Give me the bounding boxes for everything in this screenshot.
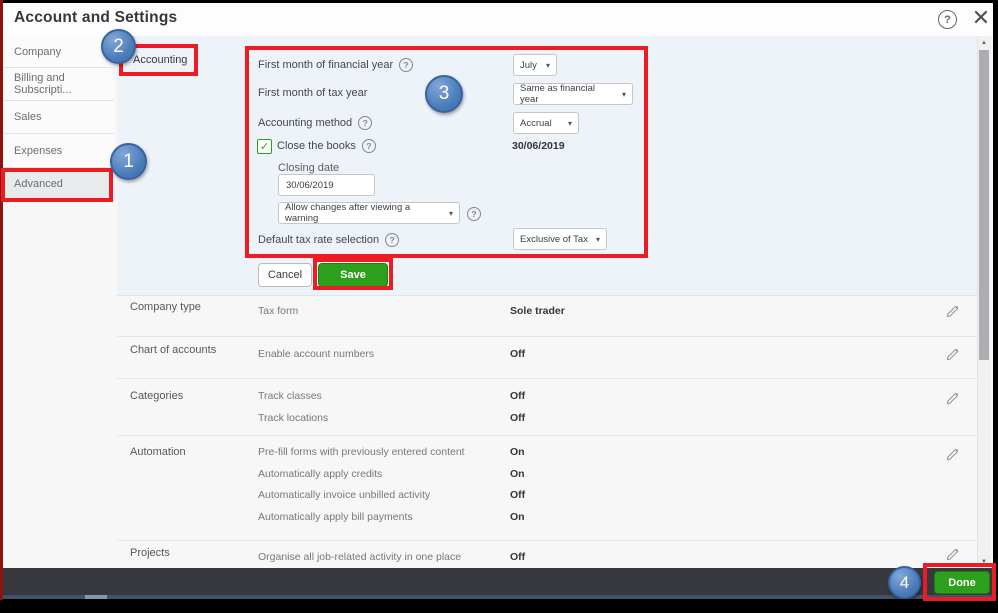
help-icon[interactable]: ?: [399, 58, 414, 72]
close-books-date-value: 30/06/2019: [512, 140, 565, 152]
closing-date-input[interactable]: 30/06/2019: [278, 174, 375, 196]
help-icon[interactable]: ?: [467, 207, 481, 221]
warning-mode-select[interactable]: Allow changes after viewing a warning ▾: [278, 202, 460, 224]
row-automation: Automation Pre-fill forms with previousl…: [117, 436, 977, 541]
financial-year-label: First month of financial year ?: [258, 58, 414, 72]
done-button[interactable]: Done: [934, 571, 990, 594]
tax-year-label: First month of tax year: [258, 87, 368, 99]
save-button[interactable]: Save: [318, 263, 388, 287]
check-icon: ✓: [259, 141, 270, 153]
step-badge-3: 3: [425, 75, 463, 113]
tax-year-select[interactable]: Same as financial year ▾: [513, 83, 633, 105]
accounting-method-select[interactable]: Accrual ▾: [513, 112, 579, 134]
sidebar-item-advanced[interactable]: Advanced: [3, 168, 114, 201]
scroll-up-icon[interactable]: ▲: [977, 36, 991, 49]
page-title: Account and Settings: [14, 9, 178, 26]
edit-pencil-icon[interactable]: [945, 447, 960, 462]
sidebar-item-billing[interactable]: Billing and Subscripti...: [3, 68, 114, 101]
vertical-scrollbar-thumb[interactable]: [979, 50, 989, 360]
default-tax-rate-select[interactable]: Exclusive of Tax ▾: [513, 228, 607, 250]
screenshot-canvas: Account and Settings ? ✕ Company Billing…: [0, 0, 998, 613]
step-badge-2: 2: [101, 29, 136, 64]
sidebar-item-company[interactable]: Company: [3, 36, 114, 68]
accounting-section-label: Accounting: [133, 54, 188, 66]
chevron-down-icon: ▾: [621, 89, 626, 99]
edit-pencil-icon[interactable]: [945, 547, 960, 562]
horizontal-scrollbar-thumb[interactable]: [85, 595, 107, 599]
chevron-down-icon: ▾: [545, 60, 550, 70]
close-books-label: Close the books ?: [277, 139, 376, 153]
chevron-down-icon: ▾: [448, 208, 453, 218]
accounting-method-label: Accounting method ?: [258, 116, 373, 130]
dialog-footer: [3, 568, 993, 595]
close-books-checkbox[interactable]: ✓: [257, 139, 272, 154]
step-badge-1: 1: [110, 143, 147, 180]
chevron-down-icon: ▾: [595, 234, 600, 244]
help-icon[interactable]: ?: [385, 233, 400, 247]
sidebar-item-expenses[interactable]: Expenses: [3, 134, 114, 168]
horizontal-scrollbar[interactable]: [3, 595, 993, 599]
edit-pencil-icon[interactable]: [945, 304, 960, 319]
step-badge-4: 4: [888, 566, 921, 599]
row-chart-of-accounts: Chart of accounts Enable account numbers…: [117, 337, 977, 379]
close-icon[interactable]: ✕: [968, 5, 994, 31]
row-company-type: Company type Tax form Sole trader: [117, 296, 977, 337]
help-icon[interactable]: ?: [938, 10, 957, 29]
scroll-down-icon[interactable]: ▼: [977, 555, 991, 568]
help-icon[interactable]: ?: [361, 139, 376, 153]
edit-pencil-icon[interactable]: [945, 347, 960, 362]
chevron-down-icon: ▾: [567, 118, 572, 128]
sidebar-item-sales[interactable]: Sales: [3, 101, 114, 134]
closing-date-label: Closing date: [278, 162, 340, 174]
edit-pencil-icon[interactable]: [945, 391, 960, 406]
financial-year-select[interactable]: July ▾: [513, 54, 557, 76]
default-tax-rate-label: Default tax rate selection ?: [258, 233, 400, 247]
row-projects: Projects Organise all job-related activi…: [117, 541, 977, 568]
row-categories: Categories Track classes Off Track locati…: [117, 379, 977, 436]
help-icon[interactable]: ?: [358, 116, 373, 130]
cancel-button[interactable]: Cancel: [258, 263, 312, 287]
